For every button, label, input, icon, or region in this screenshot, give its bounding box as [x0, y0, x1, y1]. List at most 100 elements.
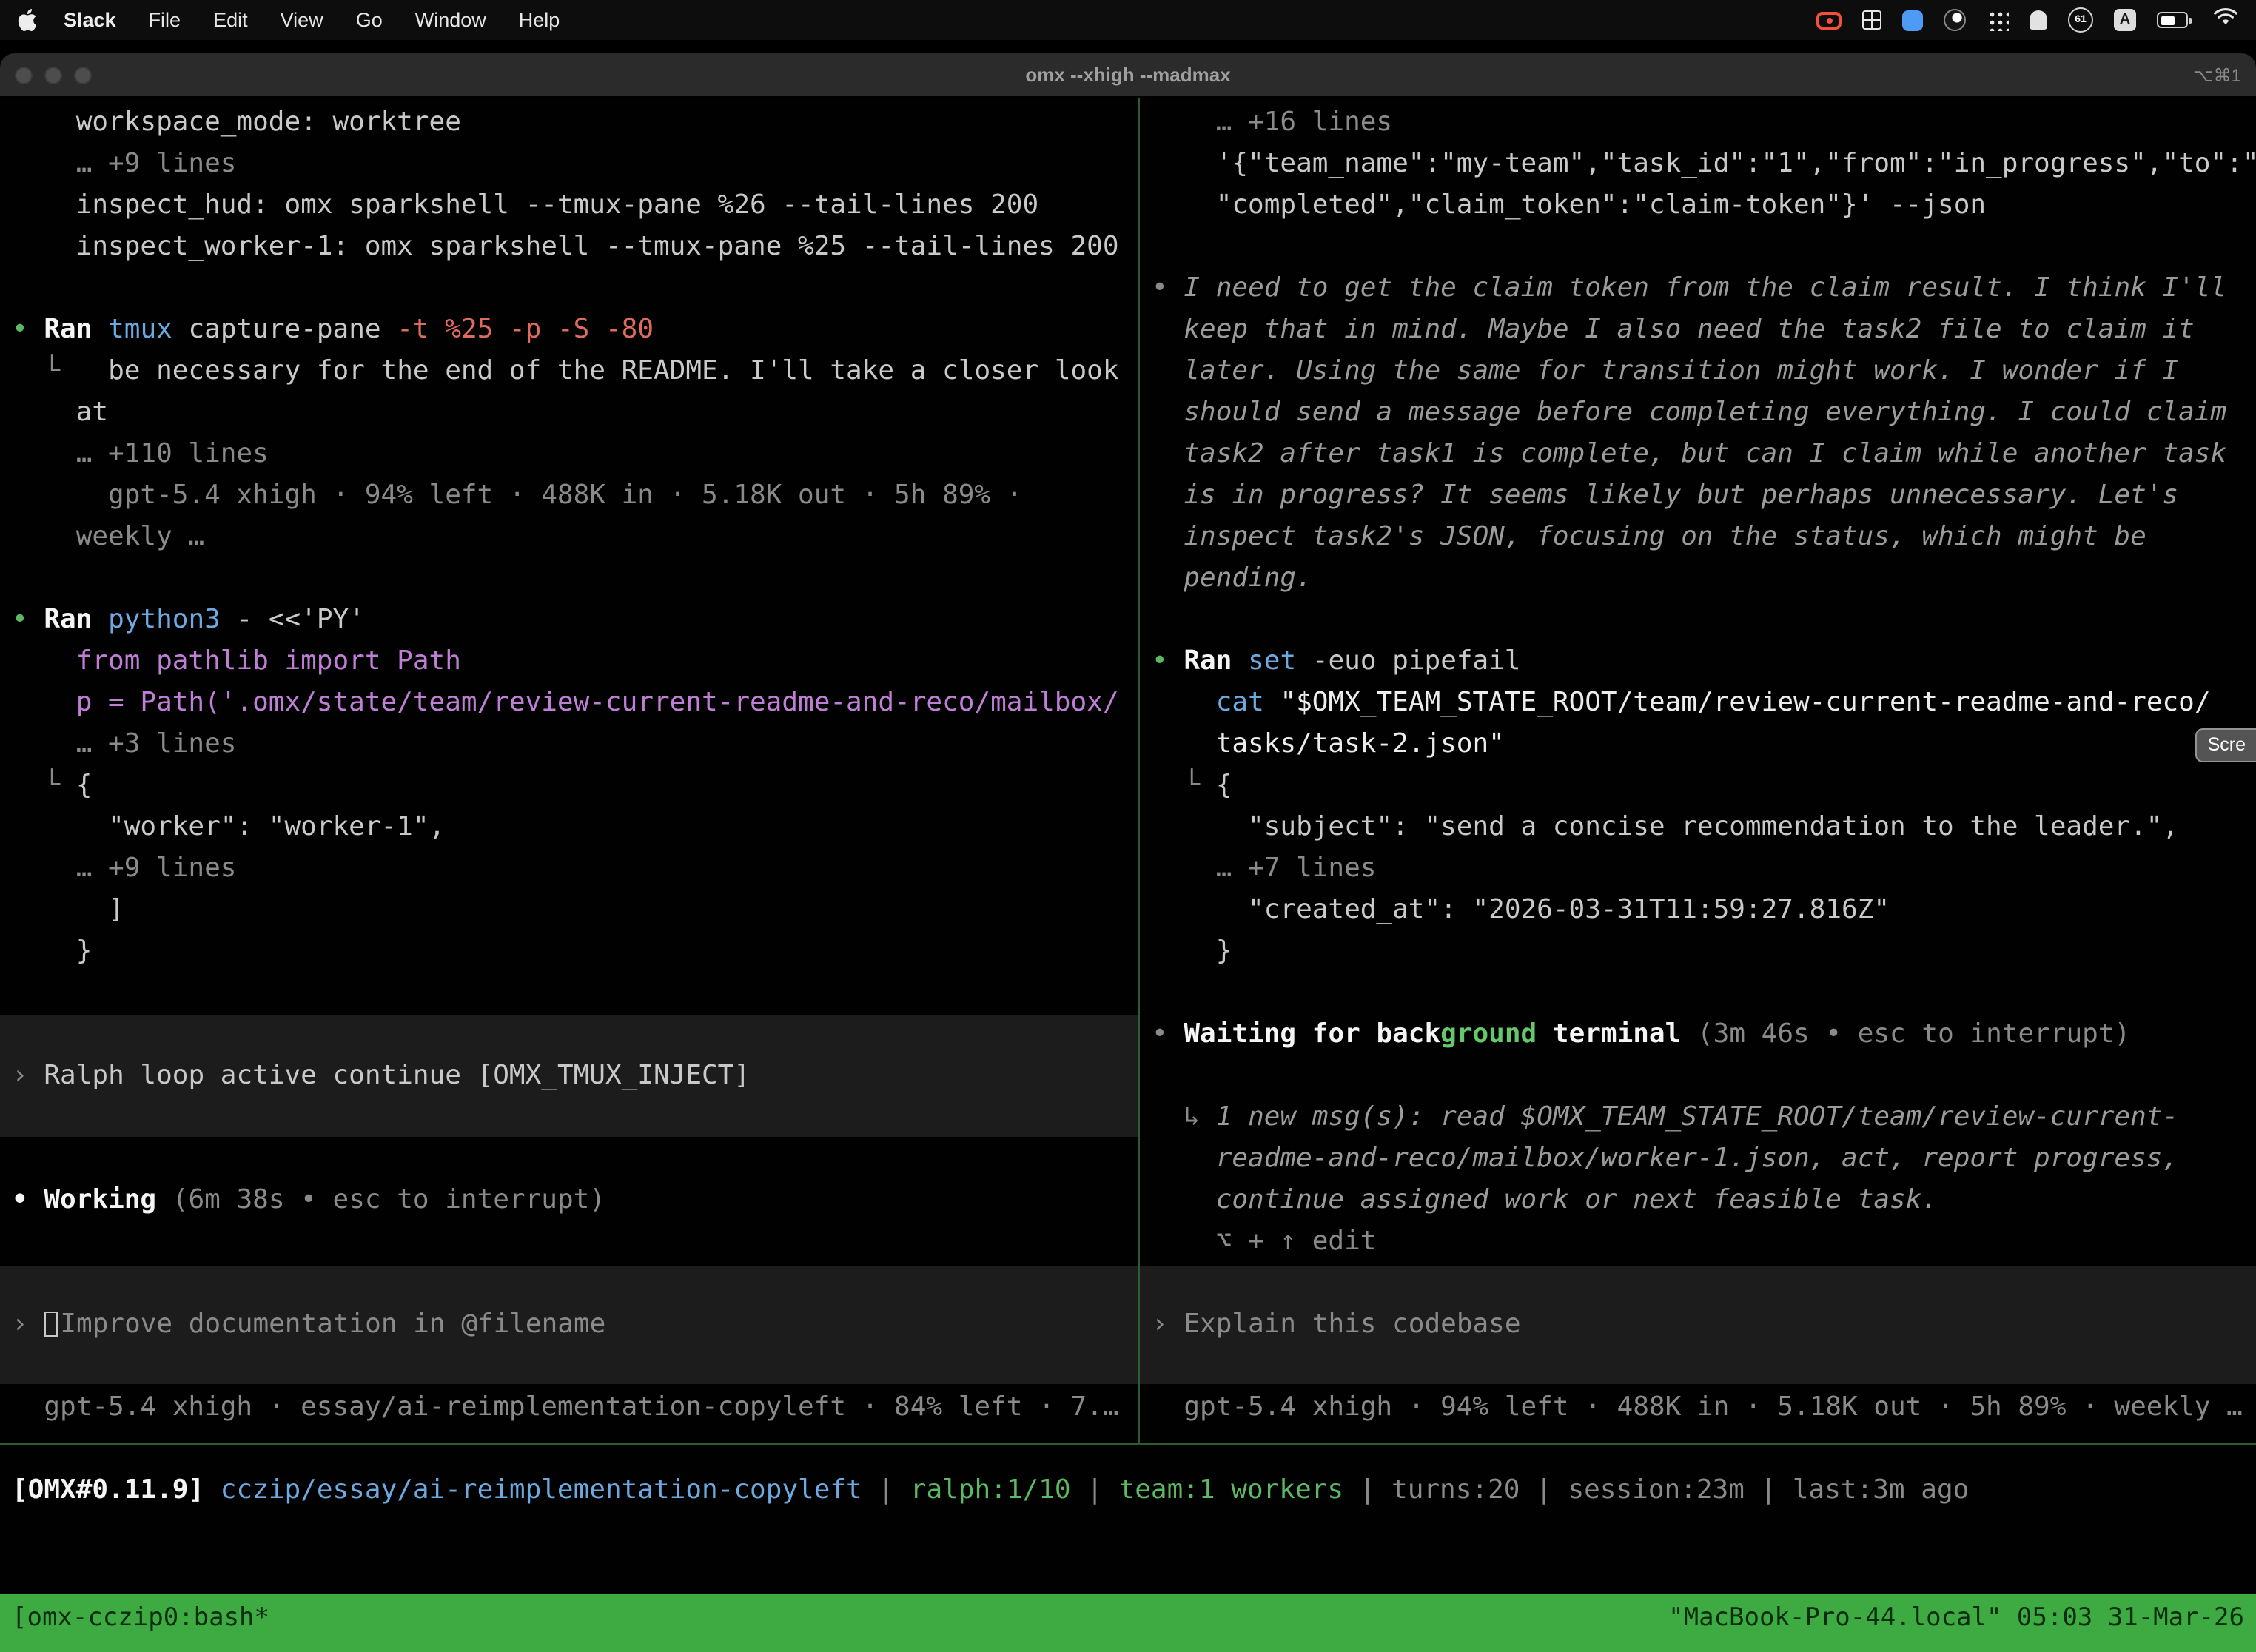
zoom-button[interactable] [74, 66, 92, 84]
terminal-line: inspect_worker-1: omx sparkshell --tmux-… [12, 226, 1138, 268]
minimize-button[interactable] [44, 66, 62, 84]
grid-icon[interactable] [1862, 10, 1881, 30]
menu-go[interactable]: Go [356, 9, 383, 31]
terminal-line: p = Path('.omx/state/team/review-current… [12, 682, 1138, 724]
active-app-name[interactable]: Slack [64, 9, 116, 31]
terminal-line: › Ralph loop active continue [OMX_TMUX_I… [12, 1055, 1138, 1097]
dark-app-icon[interactable] [1944, 9, 1966, 31]
terminal-line: gpt-5.4 xhigh · 94% left · 488K in · 5.1… [12, 475, 1138, 517]
menu-bar: Slack File Edit View Go Window Help 61 A [0, 0, 2256, 40]
terminal-line: • Working (6m 38s • esc to interrupt) [12, 1180, 1138, 1221]
terminal-line [12, 1097, 1138, 1138]
input-source-icon[interactable]: A [2114, 9, 2136, 31]
terminal-line: … +16 lines [1152, 102, 2256, 144]
terminal-line: "completed","claim_token":"claim-token"}… [1152, 185, 2256, 226]
terminal-line [1152, 1346, 2256, 1387]
terminal-line: weekly … [12, 517, 1138, 558]
left-terminal-pane[interactable]: workspace_mode: worktree … +9 lines insp… [0, 102, 1138, 1428]
terminal-line: workspace_mode: worktree [12, 102, 1138, 144]
terminal-line [1152, 600, 2256, 641]
dots-grid-icon[interactable] [1987, 9, 2009, 31]
terminal-line [12, 973, 1138, 1014]
terminal-line: … +110 lines [12, 434, 1138, 475]
battery-icon[interactable] [2157, 12, 2192, 28]
menu-edit[interactable]: Edit [213, 9, 248, 31]
wifi-icon[interactable] [2213, 7, 2238, 33]
battery-gauge-icon[interactable]: 61 [2068, 7, 2093, 33]
terminal-line: inspect task2's JSON, focusing on the st… [1152, 517, 2256, 558]
ghost-icon[interactable] [2030, 10, 2047, 30]
terminal-line: • Ran tmux capture-pane -t %25 -p -S -80 [12, 309, 1138, 351]
terminal-line: … +9 lines [12, 144, 1138, 185]
right-terminal-pane[interactable]: … +16 lines '{"team_name":"my-team","tas… [1140, 102, 2256, 1428]
terminal-line: ] [12, 890, 1138, 931]
terminal-line: … +3 lines [12, 724, 1138, 765]
tmux-host-clock: "MacBook-Pro-44.local" 05:03 31-Mar-26 [1668, 1599, 2244, 1652]
pane-divider-horizontal[interactable] [0, 1443, 2256, 1445]
terminal-line [12, 268, 1138, 309]
terminal-line [12, 1138, 1138, 1180]
terminal-line: is in progress? It seems likely but perh… [1152, 475, 2256, 517]
omx-status-line: [OMX#0.11.9] cczip/essay/ai-reimplementa… [12, 1470, 1969, 1511]
window-shortcut-hint: ⌥⌘1 [2193, 64, 2241, 85]
menu-file[interactable]: File [149, 9, 181, 31]
terminal-line: } [12, 931, 1138, 973]
terminal-line: later. Using the same for transition mig… [1152, 351, 2256, 392]
terminal-window: omx --xhigh --madmax ⌥⌘1 workspace_mode:… [0, 53, 2256, 1652]
terminal-line: › Explain this codebase [1152, 1304, 2256, 1346]
terminal-line: '{"team_name":"my-team","task_id":"1","f… [1152, 144, 2256, 185]
terminal-line: task2 after task1 is complete, but can I… [1152, 434, 2256, 475]
terminal-line: "worker": "worker-1", [12, 807, 1138, 848]
terminal-line [1152, 973, 2256, 1014]
menu-view[interactable]: View [281, 9, 323, 31]
terminal-line: … +7 lines [1152, 848, 2256, 890]
terminal-line: tasks/task-2.json" [1152, 724, 2256, 765]
terminal-line: ↳ 1 new msg(s): read $OMX_TEAM_STATE_ROO… [1152, 1097, 2256, 1138]
terminal-line [12, 1263, 1138, 1304]
close-button[interactable] [15, 66, 33, 84]
apple-menu-icon[interactable] [18, 9, 37, 31]
terminal-line [12, 1346, 1138, 1387]
terminal-line [12, 558, 1138, 600]
menu-window[interactable]: Window [415, 9, 486, 31]
terminal-line: keep that in mind. Maybe I also need the… [1152, 309, 2256, 351]
terminal-line: "created_at": "2026-03-31T11:59:27.816Z" [1152, 890, 2256, 931]
terminal-line: • Ran python3 - <<'PY' [12, 600, 1138, 641]
terminal-line: pending. [1152, 558, 2256, 600]
screen-tooltip: Scre [2196, 728, 2256, 762]
terminal-line: • Ran set -euo pipefail [1152, 641, 2256, 682]
window-title: omx --xhigh --madmax [0, 64, 2256, 86]
terminal-line: at [12, 392, 1138, 434]
tmux-session-window: [omx-cczip0:bash* [12, 1599, 269, 1652]
terminal-line: › Improve documentation in @filename [12, 1304, 1138, 1346]
terminal-line: gpt-5.4 xhigh · essay/ai-reimplementatio… [12, 1387, 1138, 1428]
terminal-line: } [1152, 931, 2256, 973]
blue-app-icon[interactable] [1902, 10, 1923, 30]
terminal-line: should send a message before completing … [1152, 392, 2256, 434]
window-titlebar[interactable]: omx --xhigh --madmax ⌥⌘1 [0, 53, 2256, 98]
terminal-line: └ be necessary for the end of the README… [12, 351, 1138, 392]
terminal-line [1152, 1263, 2256, 1304]
terminal-line: • Waiting for background terminal (3m 46… [1152, 1014, 2256, 1055]
terminal-line [1152, 1055, 2256, 1097]
menu-help[interactable]: Help [519, 9, 560, 31]
terminal-line: • I need to get the claim token from the… [1152, 268, 2256, 309]
terminal-line: "subject": "send a concise recommendatio… [1152, 807, 2256, 848]
recording-indicator-icon[interactable] [1816, 11, 1842, 29]
terminal-line [12, 1221, 1138, 1263]
terminal-content: workspace_mode: worktree … +9 lines insp… [0, 98, 2256, 1652]
terminal-line [1152, 226, 2256, 268]
terminal-line: readme-and-reco/mailbox/worker-1.json, a… [1152, 1138, 2256, 1180]
terminal-line [12, 1014, 1138, 1055]
terminal-line: └ { [1152, 765, 2256, 807]
terminal-line: gpt-5.4 xhigh · 94% left · 488K in · 5.1… [1152, 1387, 2256, 1428]
terminal-line: continue assigned work or next feasible … [1152, 1180, 2256, 1221]
tmux-status-bar: [omx-cczip0:bash* "MacBook-Pro-44.local"… [0, 1594, 2256, 1652]
terminal-line: … +9 lines [12, 848, 1138, 890]
screen: Slack File Edit View Go Window Help 61 A [0, 0, 2256, 1652]
terminal-line: └ { [12, 765, 1138, 807]
terminal-line: ⌥ + ↑ edit [1152, 1221, 2256, 1263]
terminal-line: cat "$OMX_TEAM_STATE_ROOT/team/review-cu… [1152, 682, 2256, 724]
terminal-line: from pathlib import Path [12, 641, 1138, 682]
terminal-line: inspect_hud: omx sparkshell --tmux-pane … [12, 185, 1138, 226]
